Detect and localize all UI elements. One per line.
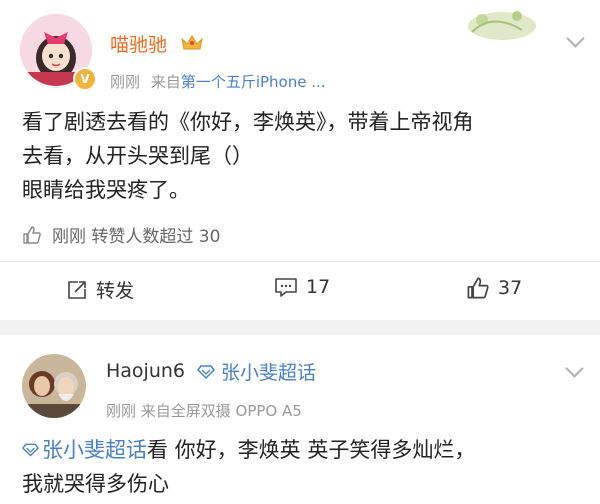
post-text: 看了剧透去看的《你好，李焕英》，带着上帝视角 去看，从开头哭到尾（） 眼睛给我哭… bbox=[22, 105, 592, 207]
user-avatar[interactable] bbox=[22, 354, 86, 418]
repost-button[interactable]: 转发 bbox=[66, 276, 134, 303]
repost-icon bbox=[68, 280, 86, 299]
comment-icon bbox=[275, 278, 297, 297]
thumbs-up-icon bbox=[23, 225, 41, 244]
super-topic-label: 张小斐超话 bbox=[221, 362, 317, 384]
post-text-line: 我就哭得多伤心 bbox=[22, 472, 169, 496]
like-summary-text: 刚刚 转赞人数超过 30 bbox=[52, 227, 221, 247]
like-button[interactable]: 37 bbox=[466, 276, 522, 300]
weibo-post-card: Haojun6 张小斐超话 刚刚 来自全屏双摄 OPPO A5 张小斐超话看 你… bbox=[0, 335, 600, 504]
comment-count: 17 bbox=[306, 276, 331, 298]
weibo-post-card: V 喵驰驰 刚刚 来自第一个五斤iPhone ... 看了剧透去看的《你好，李焕… bbox=[0, 0, 600, 320]
post-text-line: 去看，从开头哭到尾（） bbox=[22, 144, 253, 168]
post-text-rest: 看 你好，李焕英 英子笑得多灿烂， bbox=[147, 438, 476, 462]
post-text-line: 眼睛给我哭疼了。 bbox=[22, 178, 190, 202]
action-divider bbox=[0, 261, 600, 262]
thumbs-up-icon bbox=[467, 277, 489, 299]
super-topic-diamond-icon bbox=[22, 443, 39, 457]
super-topic-link[interactable]: 张小斐超话 bbox=[197, 358, 316, 385]
like-summary: 刚刚 转赞人数超过 30 bbox=[22, 222, 220, 247]
verified-badge-icon: V bbox=[73, 67, 97, 91]
post-meta: 刚刚 来自第一个五斤iPhone ... bbox=[110, 71, 326, 92]
post-menu-chevron-icon[interactable] bbox=[566, 29, 585, 48]
card-decoration-icon bbox=[468, 11, 536, 40]
post-time: 刚刚 bbox=[110, 73, 141, 91]
from-label: 来自 bbox=[150, 73, 181, 91]
super-topic-diamond-icon bbox=[197, 364, 215, 379]
post-menu-chevron-icon[interactable] bbox=[565, 359, 584, 378]
inline-super-topic-link[interactable]: 张小斐超话 bbox=[22, 433, 147, 467]
inline-topic-label: 张小斐超话 bbox=[42, 438, 147, 462]
like-count: 37 bbox=[498, 277, 523, 299]
username[interactable]: 喵驰驰 bbox=[110, 30, 167, 57]
vip-crown-icon bbox=[181, 35, 203, 50]
repost-label: 转发 bbox=[96, 280, 135, 302]
post-source-link[interactable]: 第一个五斤iPhone ... bbox=[181, 73, 326, 91]
post-text-line: 张小斐超话看 你好，李焕英 英子笑得多灿烂， bbox=[22, 433, 592, 467]
comment-button[interactable]: 17 bbox=[274, 276, 330, 298]
post-meta: 刚刚 来自全屏双摄 OPPO A5 bbox=[106, 402, 302, 420]
post-text-line: 看了剧透去看的《你好，李焕英》，带着上帝视角 bbox=[22, 110, 474, 134]
post-text: 张小斐超话看 你好，李焕英 英子笑得多灿烂， 我就哭得多伤心 bbox=[22, 433, 592, 501]
username[interactable]: Haojun6 bbox=[106, 360, 185, 382]
